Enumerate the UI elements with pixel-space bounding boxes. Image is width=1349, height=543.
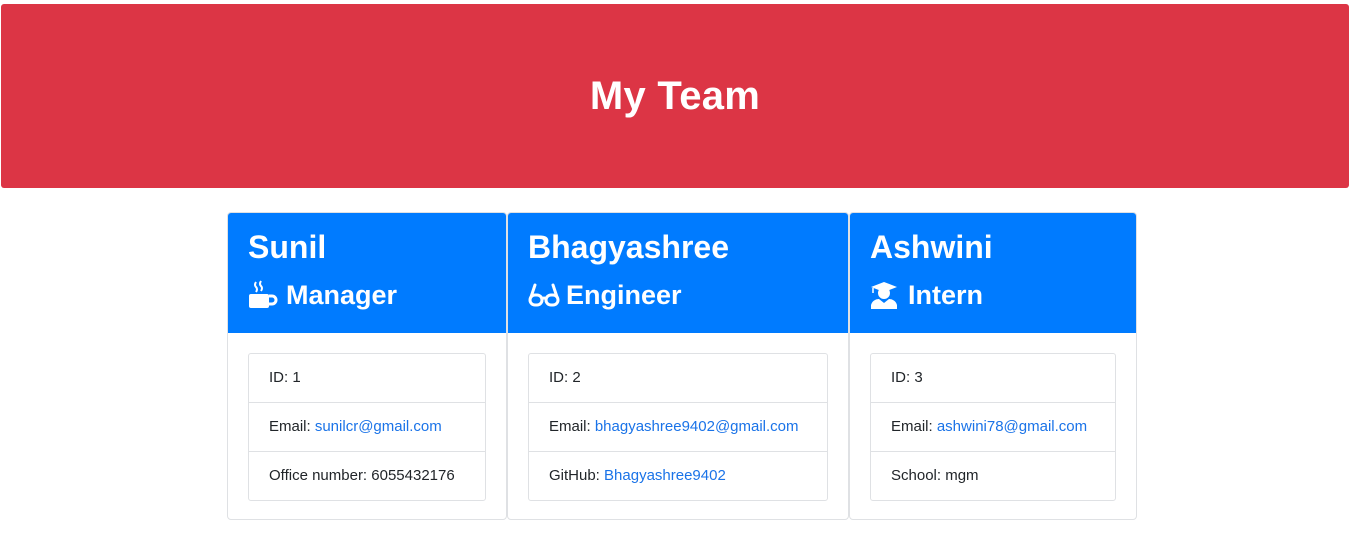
- employee-details-list: ID: 3 Email: ashwini78@gmail.com School:…: [870, 353, 1116, 501]
- card-header: Sunil Manager: [228, 213, 506, 333]
- list-item-id: ID: 2: [529, 354, 827, 403]
- github-link[interactable]: Bhagyashree9402: [604, 467, 726, 484]
- employee-details-list: ID: 2 Email: bhagyashree9402@gmail.com G…: [528, 353, 828, 501]
- school-value: mgm: [945, 467, 979, 484]
- list-item-office-number: Office number: 6055432176: [249, 452, 485, 500]
- card-body: ID: 2 Email: bhagyashree9402@gmail.com G…: [508, 333, 848, 519]
- id-label: ID:: [269, 369, 293, 386]
- employee-name: Ashwini: [870, 229, 993, 265]
- list-item-github: GitHub: Bhagyashree9402: [529, 452, 827, 500]
- card-header: Ashwini Intern: [850, 213, 1136, 333]
- id-value: 2: [572, 369, 581, 386]
- list-item-email: Email: bhagyashree9402@gmail.com: [529, 403, 827, 452]
- employee-name: Sunil: [248, 229, 327, 265]
- list-item-id: ID: 3: [871, 354, 1115, 403]
- employee-role: Intern: [870, 277, 1116, 313]
- coffee-cup-icon: [248, 280, 278, 310]
- id-value: 1: [292, 369, 301, 386]
- github-label: GitHub:: [549, 467, 605, 484]
- employee-role: Engineer: [528, 277, 828, 313]
- list-item-id: ID: 1: [249, 354, 485, 403]
- role-label: Manager: [286, 280, 398, 310]
- email-link[interactable]: ashwini78@gmail.com: [937, 418, 1087, 435]
- glasses-icon: [528, 280, 560, 310]
- employee-card-manager: Sunil Manager ID: 1 Email: sunilcr@gmail…: [227, 212, 507, 520]
- card-body: ID: 3 Email: ashwini78@gmail.com School:…: [850, 333, 1136, 519]
- id-value: 3: [914, 369, 923, 386]
- employee-card-engineer: Bhagyashree Engineer ID: 2 Email: bhagya…: [507, 212, 849, 520]
- list-item-email: Email: ashwini78@gmail.com: [871, 403, 1115, 452]
- page-title: My Team: [589, 73, 761, 118]
- role-label: Engineer: [566, 280, 682, 310]
- employee-role: Manager: [248, 277, 486, 313]
- email-label: Email:: [269, 418, 315, 435]
- employee-details-list: ID: 1 Email: sunilcr@gmail.com Office nu…: [248, 353, 486, 501]
- office-number-label: Office number:: [269, 467, 372, 484]
- email-link[interactable]: bhagyashree9402@gmail.com: [595, 418, 799, 435]
- email-label: Email:: [891, 418, 937, 435]
- card-body: ID: 1 Email: sunilcr@gmail.com Office nu…: [228, 333, 506, 519]
- card-header: Bhagyashree Engineer: [508, 213, 848, 333]
- email-link[interactable]: sunilcr@gmail.com: [315, 418, 442, 435]
- office-number-value: 6055432176: [371, 467, 455, 484]
- id-label: ID:: [891, 369, 915, 386]
- role-label: Intern: [908, 280, 984, 310]
- graduate-icon: [870, 280, 900, 310]
- email-label: Email:: [549, 418, 595, 435]
- team-header-banner: My Team: [1, 4, 1349, 188]
- employee-card-intern: Ashwini Intern ID: 3 Email: ashwini78@gm…: [849, 212, 1137, 520]
- employee-name: Bhagyashree: [528, 229, 729, 265]
- list-item-school: School: mgm: [871, 452, 1115, 500]
- school-label: School:: [891, 467, 946, 484]
- id-label: ID:: [549, 369, 573, 386]
- list-item-email: Email: sunilcr@gmail.com: [249, 403, 485, 452]
